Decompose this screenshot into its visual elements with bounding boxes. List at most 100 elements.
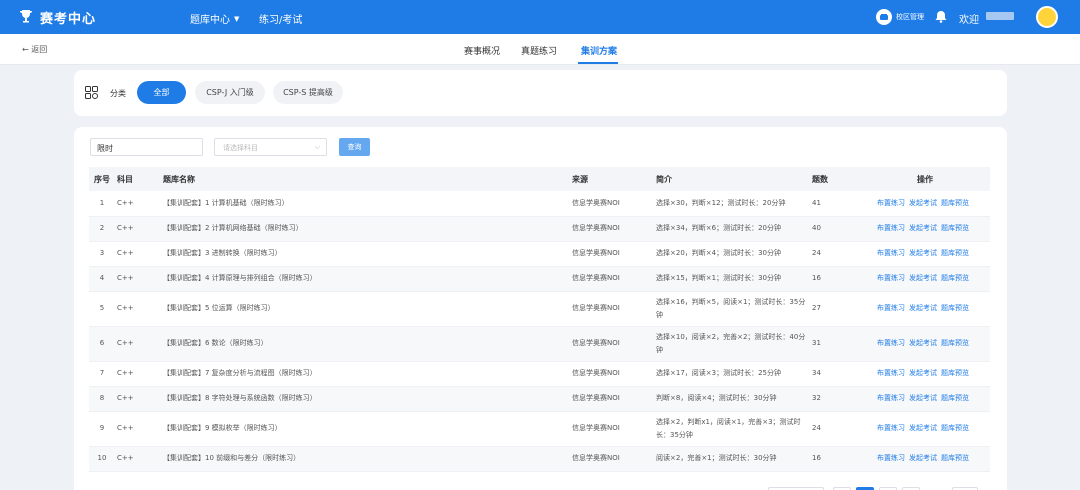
start-exam-link[interactable]: 发起考试 — [909, 454, 937, 462]
cell-count: 32 — [810, 386, 860, 412]
category-label: 分类 — [110, 89, 126, 98]
nav-question-bank[interactable]: 题库中心 ▼ — [190, 11, 239, 27]
cell-name: 【集训配套】8 字符处理与系统函数（限时练习） — [161, 386, 570, 412]
cell-actions: 布置练习 发起考试 题库预览 — [860, 291, 990, 327]
start-exam-link[interactable]: 发起考试 — [909, 224, 937, 232]
username-redacted — [986, 12, 1014, 20]
cell-name: 【集训配套】4 计算原理与排列组合（限时练习） — [161, 266, 570, 292]
col-intro: 简介 — [654, 167, 810, 191]
preview-bank-link[interactable]: 题库预览 — [941, 339, 969, 347]
assign-practice-link[interactable]: 布置练习 — [877, 339, 905, 347]
admin-icon — [876, 9, 892, 25]
campus-admin-link[interactable]: 校区管理 — [876, 9, 924, 25]
cell-source: 信息学奥赛NOI — [570, 326, 654, 362]
preview-bank-link[interactable]: 题库预览 — [941, 394, 969, 402]
cell-count: 31 — [810, 326, 860, 362]
question-bank-card: 限时 请选择科目 ⌵ 查询 序号 科目 题库名称 来源 简介 题数 操作 1 C+… — [74, 127, 1007, 490]
cell-count: 24 — [810, 411, 860, 447]
cell-index: 8 — [89, 386, 115, 412]
avatar[interactable] — [1036, 6, 1058, 28]
assign-practice-link[interactable]: 布置练习 — [877, 274, 905, 282]
assign-practice-link[interactable]: 布置练习 — [877, 224, 905, 232]
chip-csp-j[interactable]: CSP-J 入门级 — [195, 81, 265, 104]
cell-name: 【集训配套】3 进制转换（限时练习） — [161, 241, 570, 267]
category-filter-card: 分类 全部 CSP-J 入门级 CSP-S 提高级 — [74, 70, 1007, 116]
start-exam-link[interactable]: 发起考试 — [909, 339, 937, 347]
chip-all[interactable]: 全部 — [137, 81, 186, 104]
cell-count: 16 — [810, 266, 860, 292]
preview-bank-link[interactable]: 题库预览 — [941, 249, 969, 257]
table-row: 7 C++ 【集训配套】7 复杂度分析与流程图（限时练习） 信息学奥赛NOI 选择×17… — [89, 361, 990, 387]
preview-bank-link[interactable]: 题库预览 — [941, 224, 969, 232]
trophy-icon — [18, 8, 34, 27]
table-row: 2 C++ 【集训配套】2 计算机网络基础（限时练习） 信息学奥赛NOI 选择×34，判… — [89, 216, 990, 242]
tab-overview[interactable]: 赛事概况 — [464, 44, 500, 57]
cell-intro: 选择×34，判断×6；测试时长：20分钟 — [654, 216, 810, 242]
preview-bank-link[interactable]: 题库预览 — [941, 304, 969, 312]
start-exam-link[interactable]: 发起考试 — [909, 424, 937, 432]
cell-index: 6 — [89, 326, 115, 362]
assign-practice-link[interactable]: 布置练习 — [877, 249, 905, 257]
cell-source: 信息学奥赛NOI — [570, 446, 654, 472]
tab-training-plan[interactable]: 集训方案 — [581, 44, 617, 57]
assign-practice-link[interactable]: 布置练习 — [877, 454, 905, 462]
subject-select[interactable]: 请选择科目 ⌵ — [214, 138, 327, 156]
query-button[interactable]: 查询 — [339, 138, 370, 156]
start-exam-link[interactable]: 发起考试 — [909, 199, 937, 207]
table-row: 1 C++ 【集训配套】1 计算机基础（限时练习） 信息学奥赛NOI 选择×30，判断×… — [89, 191, 990, 217]
preview-bank-link[interactable]: 题库预览 — [941, 424, 969, 432]
search-input[interactable]: 限时 — [90, 138, 203, 156]
bell-icon[interactable] — [935, 10, 947, 26]
start-exam-link[interactable]: 发起考试 — [909, 274, 937, 282]
cell-name: 【集训配套】10 前缀和与差分（限时练习） — [161, 446, 570, 472]
preview-bank-link[interactable]: 题库预览 — [941, 454, 969, 462]
preview-bank-link[interactable]: 题库预览 — [941, 369, 969, 377]
cell-index: 7 — [89, 361, 115, 387]
cell-index: 4 — [89, 266, 115, 292]
back-link[interactable]: ← 返回 — [22, 44, 47, 55]
assign-practice-link[interactable]: 布置练习 — [877, 394, 905, 402]
cell-source: 信息学奥赛NOI — [570, 241, 654, 267]
tab-past-papers[interactable]: 真题练习 — [521, 44, 557, 57]
cell-intro: 选择×16，判断×5，阅读×1；测试时长：35分钟 — [654, 291, 810, 327]
brand[interactable]: 赛考中心 — [18, 8, 96, 27]
start-exam-link[interactable]: 发起考试 — [909, 249, 937, 257]
cell-subject: C++ — [115, 326, 161, 362]
cell-index: 1 — [89, 191, 115, 217]
cell-index: 5 — [89, 291, 115, 327]
chip-csp-s[interactable]: CSP-S 提高级 — [273, 81, 343, 104]
cell-source: 信息学奥赛NOI — [570, 266, 654, 292]
cell-source: 信息学奥赛NOI — [570, 361, 654, 387]
start-exam-link[interactable]: 发起考试 — [909, 304, 937, 312]
col-source: 来源 — [570, 167, 654, 191]
cell-intro: 选择×15，判断×1；测试时长：30分钟 — [654, 266, 810, 292]
active-tab-underline — [578, 62, 618, 64]
assign-practice-link[interactable]: 布置练习 — [877, 199, 905, 207]
cell-intro: 选择×10，阅读×2，完善×2；测试时长：40分钟 — [654, 326, 810, 362]
cell-subject: C++ — [115, 241, 161, 267]
cell-intro: 阅读×2，完善×1；测试时长：30分钟 — [654, 446, 810, 472]
table-row: 5 C++ 【集训配套】5 位运算（限时练习） 信息学奥赛NOI 选择×16，判断×5，… — [89, 291, 990, 327]
start-exam-link[interactable]: 发起考试 — [909, 394, 937, 402]
cell-subject: C++ — [115, 266, 161, 292]
table-row: 6 C++ 【集训配套】6 数论（限时练习） 信息学奥赛NOI 选择×10，阅读×2，完… — [89, 326, 990, 362]
assign-practice-link[interactable]: 布置练习 — [877, 304, 905, 312]
question-bank-table: 序号 科目 题库名称 来源 简介 题数 操作 1 C++ 【集训配套】1 计算机基础… — [89, 167, 990, 472]
cell-count: 16 — [810, 446, 860, 472]
preview-bank-link[interactable]: 题库预览 — [941, 199, 969, 207]
start-exam-link[interactable]: 发起考试 — [909, 369, 937, 377]
cell-source: 信息学奥赛NOI — [570, 411, 654, 447]
preview-bank-link[interactable]: 题库预览 — [941, 274, 969, 282]
cell-count: 41 — [810, 191, 860, 217]
assign-practice-link[interactable]: 布置练习 — [877, 424, 905, 432]
assign-practice-link[interactable]: 布置练习 — [877, 369, 905, 377]
nav-practice-exam[interactable]: 练习/考试 — [259, 11, 302, 26]
cell-subject: C++ — [115, 216, 161, 242]
welcome-text: 欢迎 — [959, 15, 979, 26]
cell-count: 27 — [810, 291, 860, 327]
cell-actions: 布置练习 发起考试 题库预览 — [860, 191, 990, 217]
cell-count: 24 — [810, 241, 860, 267]
cell-name: 【集训配套】6 数论（限时练习） — [161, 326, 570, 362]
cell-actions: 布置练习 发起考试 题库预览 — [860, 386, 990, 412]
cell-subject: C++ — [115, 411, 161, 447]
